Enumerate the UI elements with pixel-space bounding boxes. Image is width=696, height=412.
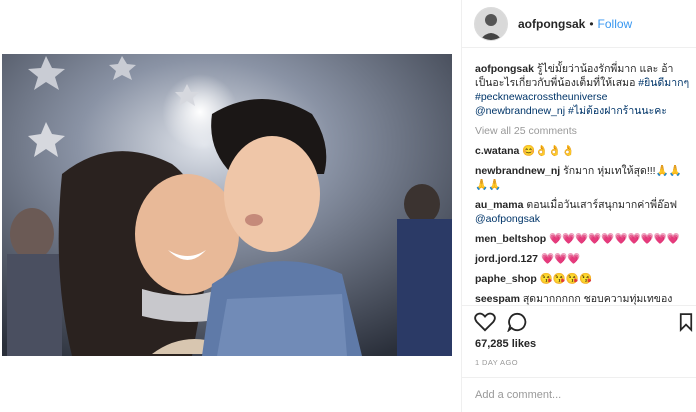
comment-username[interactable]: newbrandnew_nj	[475, 165, 560, 177]
avatar[interactable]	[474, 7, 508, 41]
action-bar	[474, 312, 694, 334]
comment-text: ตอนเมื่อวันเสาร์สนุกมากค่าพี่อ๊อฟ	[526, 199, 678, 211]
post-photo[interactable]	[2, 54, 452, 356]
comment-username[interactable]: men_beltshop	[475, 233, 546, 245]
caption-username[interactable]: aofpongsak	[475, 63, 534, 75]
header-separator: •	[589, 17, 594, 31]
header-username[interactable]: aofpongsak	[518, 17, 585, 31]
header-divider	[462, 47, 696, 48]
comment-item: newbrandnew_nj รักมาก หุ่มเทให้สุด!!!🙏🙏🙏…	[475, 164, 690, 192]
caption-mention[interactable]: @newbrandnew_nj	[475, 105, 565, 117]
comment-item: seespam สุดมากกกกก ชอบความทุ่มเทของ	[475, 292, 690, 306]
caption-hashtag[interactable]: #pecknewacrosstheuniverse	[475, 91, 608, 103]
add-comment-input[interactable]: Add a comment...	[475, 389, 561, 401]
comment-username[interactable]: jord.jord.127	[475, 253, 538, 265]
comment-divider	[462, 377, 696, 378]
actions-divider	[462, 305, 696, 306]
panel-divider	[461, 0, 462, 412]
comment-item: jord.jord.127 💗💗💗	[475, 252, 690, 266]
caption-hashtag[interactable]: #ยินดีมากๆ	[638, 77, 689, 89]
comment-text: 💗💗💗	[540, 253, 581, 265]
comment-mention[interactable]: @aofpongsak	[475, 213, 540, 225]
post-caption: aofpongsak รู้ไข่มั้ยว่าน้องรักพี่มาก แล…	[475, 62, 690, 118]
comment-bubble-icon[interactable]	[506, 312, 527, 337]
post-timestamp: 1 DAY AGO	[475, 358, 518, 367]
comments-section: aofpongsak รู้ไข่มั้ยว่าน้องรักพี่มาก แล…	[475, 62, 690, 312]
comment-text: 😘😘😘😘	[539, 273, 593, 285]
heart-icon[interactable]	[474, 312, 496, 337]
comment-text: 💗💗💗💗💗💗💗💗💗💗	[549, 233, 680, 245]
comment-item: au_mama ตอนเมื่อวันเสาร์สนุกมากค่าพี่อ๊อ…	[475, 198, 690, 226]
avatar-image	[475, 8, 507, 40]
comment-item: c.watana 😊👌👌👌	[475, 144, 690, 158]
post-header: aofpongsak • Follow	[474, 6, 690, 42]
follow-button[interactable]: Follow	[598, 17, 633, 31]
comment-username[interactable]: au_mama	[475, 199, 523, 211]
comment-username[interactable]: c.watana	[475, 145, 519, 157]
comment-text: สุดมากกกกก ชอบความทุ่มเทของ	[522, 293, 673, 305]
comment-text: 😊👌👌👌	[522, 145, 575, 157]
view-all-comments-link[interactable]: View all 25 comments	[475, 124, 690, 138]
comment-username[interactable]: paphe_shop	[475, 273, 537, 285]
comment-item: men_beltshop 💗💗💗💗💗💗💗💗💗💗	[475, 232, 690, 246]
comment-item: paphe_shop 😘😘😘😘	[475, 272, 690, 286]
likes-count[interactable]: 67,285 likes	[475, 338, 536, 350]
caption-hashtag[interactable]: #ไม่ต้องฝากร้านนะคะ	[568, 105, 667, 117]
bookmark-icon[interactable]	[679, 312, 693, 337]
comment-username[interactable]: seespam	[475, 293, 520, 305]
